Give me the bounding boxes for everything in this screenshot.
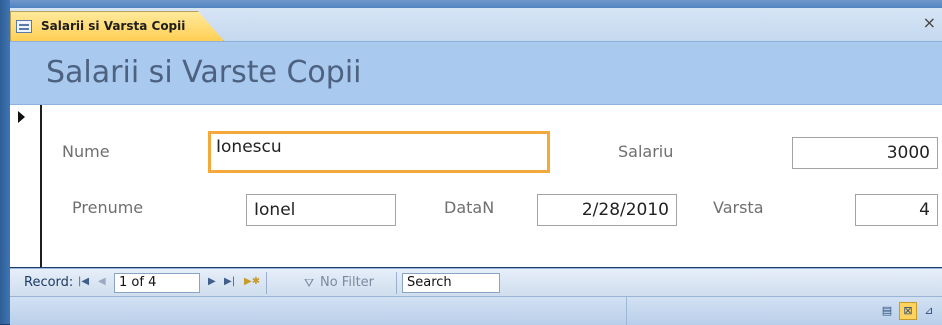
varsta-label: Varsta bbox=[713, 198, 764, 217]
document-tab-strip: Salarii si Varsta Copii × bbox=[10, 8, 942, 42]
nume-label: Nume bbox=[62, 142, 110, 161]
design-view-icon[interactable]: ⊿ bbox=[920, 302, 938, 320]
document-tab-salarii[interactable]: Salarii si Varsta Copii bbox=[10, 11, 224, 41]
form-view-icon[interactable]: ▤ bbox=[878, 302, 896, 320]
first-record-icon[interactable]: |◀ bbox=[78, 276, 89, 288]
close-icon[interactable]: × bbox=[923, 15, 936, 31]
form-header: Salarii si Varste Copii bbox=[10, 42, 942, 105]
last-record-icon[interactable]: ▶| bbox=[224, 276, 235, 288]
form-icon bbox=[16, 20, 32, 33]
window-frame-left bbox=[0, 0, 10, 324]
no-filter-button[interactable]: No Filter bbox=[320, 275, 374, 290]
document-tab-label: Salarii si Varsta Copii bbox=[41, 19, 186, 33]
status-bar: ▤ ⊠ ⊿ bbox=[10, 296, 942, 325]
prenume-label: Prenume bbox=[72, 198, 144, 217]
record-navigator: Record: |◀ ◀ 1 of 4 ▶ ▶| ▶✱ ⛛ No Filter … bbox=[10, 268, 942, 297]
new-record-icon[interactable]: ▶✱ bbox=[244, 276, 260, 288]
datan-label: DataN bbox=[444, 198, 495, 217]
current-record-arrow-icon bbox=[18, 111, 25, 123]
filter-icon: ⛛ bbox=[304, 276, 315, 290]
status-divider bbox=[626, 297, 627, 325]
next-record-icon[interactable]: ▶ bbox=[208, 276, 216, 288]
nume-field[interactable]: Ionescu bbox=[208, 131, 550, 173]
record-selector[interactable] bbox=[10, 105, 42, 267]
prenume-field[interactable]: Ionel bbox=[246, 194, 396, 226]
current-record-input[interactable]: 1 of 4 bbox=[114, 273, 200, 293]
varsta-field[interactable]: 4 bbox=[855, 194, 938, 226]
form-title: Salarii si Varste Copii bbox=[46, 55, 362, 90]
nav-divider-2 bbox=[396, 272, 397, 294]
previous-record-icon[interactable]: ◀ bbox=[98, 276, 106, 288]
layout-view-icon[interactable]: ⊠ bbox=[899, 302, 917, 320]
form-detail: Nume Ionescu Salariu 3000 Prenume Ionel … bbox=[10, 105, 942, 267]
datan-field[interactable]: 2/28/2010 bbox=[537, 194, 677, 226]
search-input[interactable]: Search bbox=[402, 273, 500, 293]
salariu-field[interactable]: 3000 bbox=[792, 137, 938, 169]
salariu-label: Salariu bbox=[618, 142, 674, 161]
nav-divider bbox=[266, 272, 267, 294]
record-label: Record: bbox=[24, 275, 74, 290]
